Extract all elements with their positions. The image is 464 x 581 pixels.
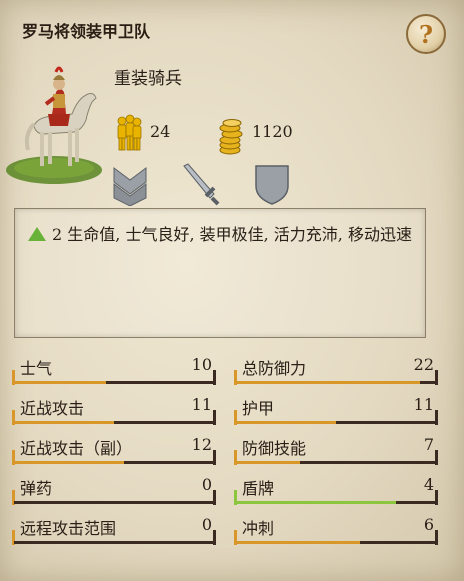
shield-icon [255, 165, 289, 205]
stat-value: 11 [413, 395, 434, 414]
bar-bracket-right [435, 530, 438, 545]
stat-range: 远程攻击范围 0 [12, 512, 216, 546]
stat-bar [236, 541, 436, 544]
bar-bracket-right [435, 370, 438, 385]
stat-label: 冲刺 [242, 519, 275, 538]
stat-bar [236, 461, 436, 464]
unit-info-panel: 罗马将领装甲卫队 ? 重装骑兵 24 1120 2 生命值, 士气良好, 装甲极… [0, 0, 464, 581]
stat-bar [14, 461, 214, 464]
stat-bar-fill [14, 381, 106, 384]
stat-value: 4 [423, 475, 434, 494]
men-count: 24 [150, 122, 171, 141]
help-button[interactable]: ? [406, 14, 446, 54]
stat-bar [236, 381, 436, 384]
stat-label: 近战攻击（副） [20, 439, 133, 458]
stat-armour: 护甲 11 [234, 392, 438, 426]
bar-bracket-right [213, 410, 216, 425]
stat-value: 10 [191, 355, 212, 374]
stat-value: 0 [201, 515, 212, 534]
coins-icon [219, 119, 243, 155]
stat-bar [236, 501, 436, 504]
unit-portrait [6, 66, 102, 184]
bar-bracket-right [435, 490, 438, 505]
stat-label: 弹药 [20, 479, 53, 498]
unit-name: 罗马将领装甲卫队 [22, 22, 151, 41]
stat-label: 防御技能 [242, 439, 307, 458]
stat-value: 12 [191, 435, 212, 454]
stat-melee-attack-secondary: 近战攻击（副） 12 [12, 432, 216, 466]
unit-description: 2 生命值, 士气良好, 装甲极佳, 活力充沛, 移动迅速 [28, 222, 420, 248]
stat-morale: 士气 10 [12, 352, 216, 386]
description-text: 2 生命值, 士气良好, 装甲极佳, 活力充沛, 移动迅速 [52, 225, 412, 244]
stat-melee-attack: 近战攻击 11 [12, 392, 216, 426]
stat-value: 6 [423, 515, 434, 534]
stat-bar [236, 421, 436, 424]
stat-bar-fill [236, 541, 360, 544]
bar-bracket-right [213, 490, 216, 505]
sword-icon [183, 163, 220, 206]
bar-bracket-right [213, 370, 216, 385]
stat-charge: 冲刺 6 [234, 512, 438, 546]
stat-label: 士气 [20, 359, 53, 378]
triangle-up-icon [28, 227, 46, 241]
stat-label: 护甲 [242, 399, 275, 418]
stat-label: 近战攻击 [20, 399, 85, 418]
stat-bar-fill [14, 421, 114, 424]
cost-value: 1120 [252, 122, 293, 141]
stat-value: 0 [201, 475, 212, 494]
stat-bar-fill [236, 421, 336, 424]
bar-bracket-right [435, 410, 438, 425]
unit-class: 重装骑兵 [114, 69, 182, 89]
bar-bracket-right [435, 450, 438, 465]
stat-defence-skill: 防御技能 7 [234, 432, 438, 466]
stat-bar-fill [236, 381, 420, 384]
stat-bar-fill [236, 501, 396, 504]
stat-bar [14, 421, 214, 424]
stat-bar [14, 541, 214, 544]
stat-label: 总防御力 [242, 359, 307, 378]
bar-bracket-right [213, 450, 216, 465]
stat-value: 11 [191, 395, 212, 414]
stat-total-defence: 总防御力 22 [234, 352, 438, 386]
stat-value: 7 [423, 435, 434, 454]
soldiers-icon [117, 114, 142, 151]
stat-bar [14, 501, 214, 504]
chevron-rank-icon [113, 167, 147, 206]
bar-bracket-right [213, 530, 216, 545]
stat-bar-fill [236, 461, 300, 464]
stat-bar-fill [14, 461, 124, 464]
stat-shield: 盾牌 4 [234, 472, 438, 506]
stat-value: 22 [413, 355, 434, 374]
stat-bar [14, 381, 214, 384]
stat-label: 盾牌 [242, 479, 275, 498]
question-icon: ? [418, 19, 434, 49]
stat-label: 远程攻击范围 [20, 519, 117, 538]
stat-ammo: 弹药 0 [12, 472, 216, 506]
